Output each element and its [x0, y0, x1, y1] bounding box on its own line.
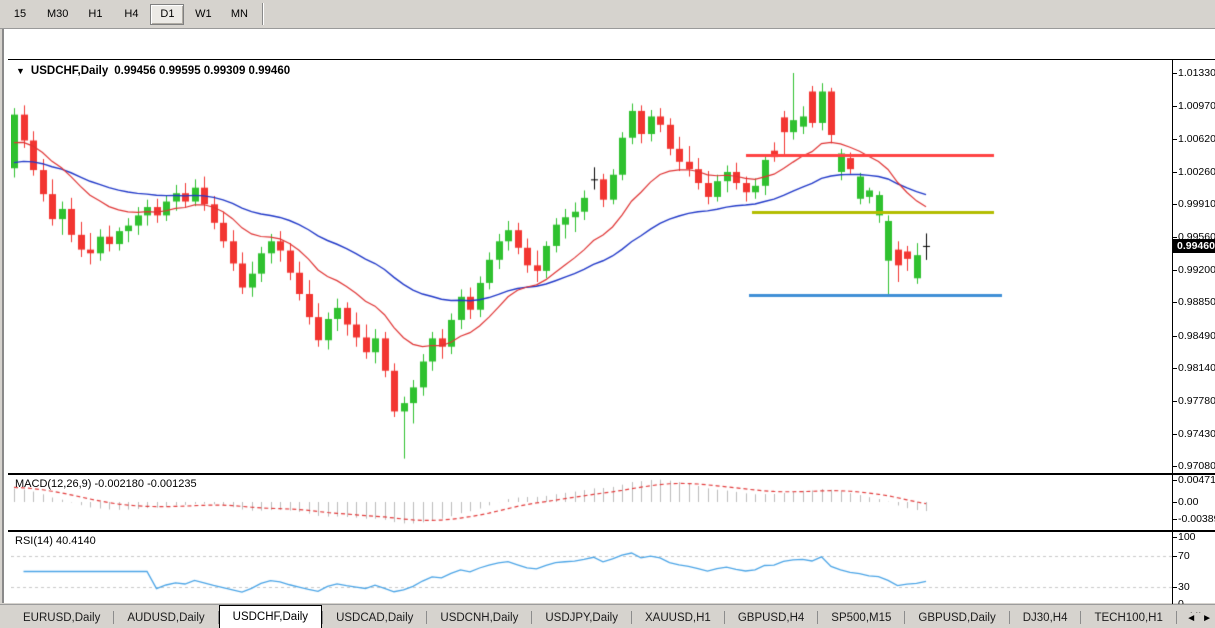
chevron-down-icon[interactable]: ▼: [16, 66, 25, 76]
indicator-axis-label: 0.004718: [1178, 474, 1215, 486]
tab-eurusd-daily[interactable]: EURUSD,Daily: [10, 607, 113, 628]
macd-name: MACD(12,26,9): [15, 478, 91, 490]
timeframe-toolbar: 15M30H1H4D1W1MN: [0, 0, 1215, 29]
price-axis-label: 1.01330: [1178, 67, 1215, 79]
macd-values: -0.002180 -0.001235: [94, 478, 196, 490]
main-price-chart[interactable]: [11, 60, 1172, 473]
tab-xauusd-h1[interactable]: XAUUSD,H1: [632, 607, 724, 628]
application-window: 15M30H1H4D1W1MN ▼ USDCHF,Daily 0.99456 0…: [0, 0, 1215, 628]
indicator-axis-label: -0.003893: [1178, 513, 1215, 525]
tab-sp500-m15[interactable]: SP500,M15: [818, 607, 904, 628]
tab-tech100-h1[interactable]: TECH100,H1: [1081, 607, 1175, 628]
indicator-axis-label: 100: [1178, 531, 1196, 543]
tab-usdcad-daily[interactable]: USDCAD,Daily: [323, 607, 426, 628]
price-axis-label: 1.00260: [1178, 166, 1215, 178]
price-axis-label: 1.00620: [1178, 133, 1215, 145]
timeframe-button-h4[interactable]: H4: [114, 4, 148, 25]
rsi-panel-label: RSI(14) 40.4140: [15, 535, 96, 547]
price-axis-label: 0.98140: [1178, 362, 1215, 374]
price-axis-label: 0.97080: [1178, 460, 1215, 472]
macd-panel-label: MACD(12,26,9) -0.002180 -0.001235: [15, 478, 197, 490]
chart-symbol-label: USDCHF,Daily: [31, 65, 108, 77]
tab-gbpusd-daily[interactable]: GBPUSD,Daily: [905, 607, 1008, 628]
symbol-tab-bar: EURUSD,DailyAUDUSD,DailyUSDCHF,DailyUSDC…: [0, 604, 1215, 628]
chart-title: ▼ USDCHF,Daily 0.99456 0.99595 0.99309 0…: [16, 65, 290, 77]
timeframe-button-m30[interactable]: M30: [39, 4, 76, 25]
price-axis-label: 0.98850: [1178, 296, 1215, 308]
price-axis-label: 1.00970: [1178, 100, 1215, 112]
rsi-value: 40.4140: [56, 535, 96, 547]
indicator-axis-label: 70: [1178, 550, 1190, 562]
rsi-indicator-chart[interactable]: [11, 532, 1172, 612]
scroll-left-icon[interactable]: ◄: [1186, 613, 1196, 624]
timeframe-button-h1[interactable]: H1: [78, 4, 112, 25]
rsi-name: RSI(14): [15, 535, 53, 547]
price-axis-label: 0.97780: [1178, 395, 1215, 407]
timeframe-button-15[interactable]: 15: [3, 4, 37, 25]
indicator-axis-label: 0.00: [1178, 496, 1198, 508]
tab-audusd-daily[interactable]: AUDUSD,Daily: [114, 607, 217, 628]
timeframe-button-w1[interactable]: W1: [186, 4, 220, 25]
tab-usdcnh-daily[interactable]: USDCNH,Daily: [427, 607, 531, 628]
current-price-tag: 0.99460: [1173, 239, 1215, 253]
price-axis-label: 0.99200: [1178, 264, 1215, 276]
scroll-right-icon[interactable]: ►: [1202, 613, 1212, 624]
panel-divider[interactable]: [8, 473, 1215, 475]
timeframe-button-d1[interactable]: D1: [150, 4, 184, 25]
tab-dj30-h4[interactable]: DJ30,H4: [1010, 607, 1081, 628]
indicator-axis-label: 30: [1178, 581, 1190, 593]
tab-gbpusd-h4[interactable]: GBPUSD,H4: [725, 607, 817, 628]
tab-usdjpy-daily[interactable]: USDJPY,Daily: [532, 607, 631, 628]
toolbar-separator: [262, 3, 264, 25]
tab-usdchf-daily[interactable]: USDCHF,Daily: [219, 605, 322, 628]
price-axis-label: 0.99910: [1178, 198, 1215, 210]
panel-divider[interactable]: [8, 530, 1215, 532]
chart-ohlc-values: 0.99456 0.99595 0.99309 0.99460: [114, 65, 290, 77]
price-axis-label: 0.98490: [1178, 330, 1215, 342]
tab-scroll-arrows: ◄ ►: [1182, 613, 1212, 624]
timeframe-button-mn[interactable]: MN: [222, 4, 256, 25]
price-axis-label: 0.97430: [1178, 428, 1215, 440]
chart-window: ▼ USDCHF,Daily 0.99456 0.99595 0.99309 0…: [2, 29, 1215, 603]
